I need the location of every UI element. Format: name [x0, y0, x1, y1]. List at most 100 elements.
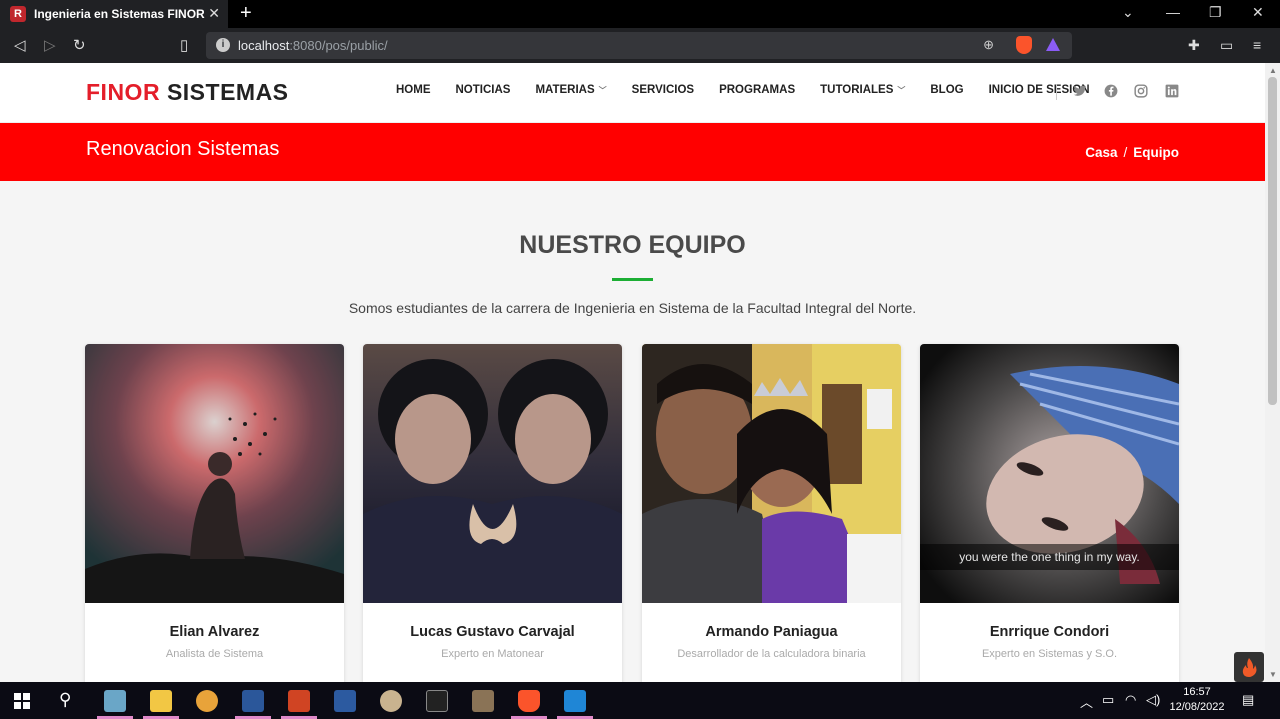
team-card[interactable]: Elian Alvarez Analista de Sistema: [85, 344, 344, 682]
minimize-button[interactable]: —: [1166, 4, 1180, 20]
vscode-icon[interactable]: [564, 690, 586, 712]
team-card[interactable]: you were the one thing in my way. Enrriq…: [920, 344, 1179, 682]
page-banner-title: Renovacion Sistemas: [86, 138, 280, 160]
logo-red-text: FINOR: [86, 79, 161, 105]
menu-label: SERVICIOS: [631, 84, 695, 96]
page-scrollbar[interactable]: ▲ ▼: [1265, 63, 1280, 682]
logo-dark-text: SISTEMAS: [166, 79, 289, 105]
site-logo[interactable]: FINOR SISTEMAS: [86, 79, 289, 106]
url-host: localhost: [238, 38, 290, 53]
webpage: FINOR SISTEMAS HOME NOTICIAS MATERIAS ﹀ S…: [0, 63, 1265, 682]
team-card[interactable]: Lucas Gustavo Carvajal Experto en Matone…: [363, 344, 622, 682]
brave-browser-icon[interactable]: [518, 690, 540, 712]
clock-time: 16:57: [1183, 686, 1211, 698]
battery-icon[interactable]: ▭: [1102, 692, 1114, 708]
paint-icon[interactable]: [380, 690, 402, 712]
scrollbar-thumb[interactable]: [1268, 77, 1277, 405]
app-icon[interactable]: [104, 690, 126, 712]
brave-shields-icon[interactable]: [1016, 36, 1032, 54]
instagram-icon[interactable]: [1134, 84, 1148, 98]
address-bar[interactable]: i localhost:8080/pos/public/ ⊕: [206, 32, 1072, 59]
tab-favicon: R: [10, 6, 26, 22]
team-member-name: Enrrique Condori: [989, 624, 1110, 640]
notifications-icon[interactable]: ▤: [1242, 692, 1254, 708]
title-underline: [612, 278, 653, 281]
tab-title: Ingenieria en Sistemas FINOR: [34, 7, 205, 21]
file-explorer-icon[interactable]: [150, 690, 172, 712]
powerpoint-icon[interactable]: [288, 690, 310, 712]
url-text[interactable]: localhost:8080/pos/public/: [238, 38, 388, 53]
taskbar: ⚲ ︿ ▭ ◠ ◁) 16:57 12/08/2022 ▤: [0, 682, 1280, 719]
team-member-photo: [363, 344, 622, 603]
team-member-role: Desarrollador de la calculadora binaria: [677, 648, 866, 660]
extensions-icon[interactable]: ✚: [1188, 37, 1200, 54]
scroll-up-icon[interactable]: ▲: [1269, 66, 1277, 75]
close-window-button[interactable]: ✕: [1252, 4, 1264, 21]
menu-item-servicios[interactable]: SERVICIOS: [632, 84, 694, 96]
browser-tab-bar: R Ingenieria en Sistemas FINOR ✕ + ⌄ — ❐…: [0, 0, 1280, 28]
menu-label: NOTICIAS: [455, 84, 511, 96]
system-clock[interactable]: 16:57 12/08/2022: [1168, 685, 1226, 715]
site-info-icon[interactable]: i: [216, 38, 230, 52]
breadcrumb-separator: /: [1123, 145, 1128, 160]
linkedin-icon[interactable]: [1165, 84, 1179, 98]
zoom-icon[interactable]: ⊕: [983, 37, 994, 53]
breadcrumb-home[interactable]: Casa: [1085, 145, 1117, 160]
brave-rewards-icon[interactable]: [1046, 38, 1060, 51]
search-icon[interactable]: ⚲: [59, 690, 71, 710]
page-banner: Renovacion Sistemas Casa / Equipo: [0, 123, 1265, 181]
tray-chevron-up-icon[interactable]: ︿: [1080, 692, 1093, 711]
chevron-down-icon: ﹀: [598, 85, 607, 95]
menu-label: PROGRAMAS: [719, 84, 796, 96]
menu-label: BLOG: [930, 84, 964, 96]
windows-start-icon[interactable]: [14, 693, 30, 714]
team-member-photo: you were the one thing in my way.: [920, 344, 1179, 603]
tab-close-icon[interactable]: ✕: [208, 5, 220, 22]
tab-list-chevron-icon[interactable]: ⌄: [1122, 4, 1134, 21]
forward-button[interactable]: ▷: [44, 36, 56, 54]
word-icon[interactable]: [242, 690, 264, 712]
breadcrumb-current: Equipo: [1133, 145, 1179, 160]
chrome-like-icon[interactable]: [196, 690, 218, 712]
menu-item-home[interactable]: HOME: [396, 84, 431, 96]
sublime-icon[interactable]: [472, 690, 494, 712]
twitter-icon[interactable]: [1073, 84, 1087, 98]
wifi-icon[interactable]: ◠: [1125, 692, 1136, 708]
menu-label: HOME: [396, 84, 431, 96]
browser-toolbar: ◁ ▷ ↻ ▯ i localhost:8080/pos/public/ ⊕ ✚…: [0, 28, 1280, 63]
volume-icon[interactable]: ◁): [1146, 692, 1160, 708]
team-member-photo: [642, 344, 901, 603]
menu-item-tutoriales[interactable]: TUTORIALES ﹀: [820, 84, 905, 96]
team-member-name: Lucas Gustavo Carvajal: [410, 624, 575, 640]
team-member-name: Armando Paniagua: [705, 624, 838, 640]
menu-icon[interactable]: ≡: [1253, 37, 1261, 53]
team-card[interactable]: Armando Paniagua Desarrollador de la cal…: [642, 344, 901, 682]
menu-item-programas[interactable]: PROGRAMAS: [719, 84, 795, 96]
menu-label: TUTORIALES: [820, 84, 894, 96]
facebook-icon[interactable]: [1104, 84, 1118, 98]
reload-button[interactable]: ↻: [73, 36, 86, 54]
terminal-icon[interactable]: [426, 690, 448, 712]
team-member-photo: [85, 344, 344, 603]
section-description: Somos estudiantes de la carrera de Ingen…: [348, 300, 917, 316]
url-path: :8080/pos/public/: [289, 38, 388, 53]
site-header: FINOR SISTEMAS HOME NOTICIAS MATERIAS ﹀ S…: [0, 63, 1265, 123]
wallet-icon[interactable]: ▭: [1220, 37, 1233, 54]
back-button[interactable]: ◁: [14, 36, 26, 54]
team-member-role: Experto en Sistemas y S.O.: [981, 648, 1118, 660]
clock-date: 12/08/2022: [1169, 701, 1225, 713]
browser-tab[interactable]: R Ingenieria en Sistemas FINOR ✕: [0, 0, 228, 28]
breadcrumb: Casa / Equipo: [1085, 145, 1179, 160]
new-tab-button[interactable]: +: [240, 2, 252, 25]
main-menu: HOME NOTICIAS MATERIAS ﹀ SERVICIOS PROGRA…: [396, 84, 1115, 96]
powershell-icon[interactable]: [334, 690, 356, 712]
team-member-role: Analista de Sistema: [165, 648, 264, 660]
scroll-down-icon[interactable]: ▼: [1269, 670, 1277, 679]
bookmark-icon[interactable]: ▯: [180, 36, 188, 54]
debug-toolbar-button[interactable]: [1234, 652, 1264, 682]
menu-item-materias[interactable]: MATERIAS ﹀: [535, 84, 606, 96]
menu-item-blog[interactable]: BLOG: [930, 84, 963, 96]
restore-button[interactable]: ❐: [1209, 4, 1222, 21]
chevron-down-icon: ﹀: [897, 85, 906, 95]
menu-item-noticias[interactable]: NOTICIAS: [456, 84, 511, 96]
